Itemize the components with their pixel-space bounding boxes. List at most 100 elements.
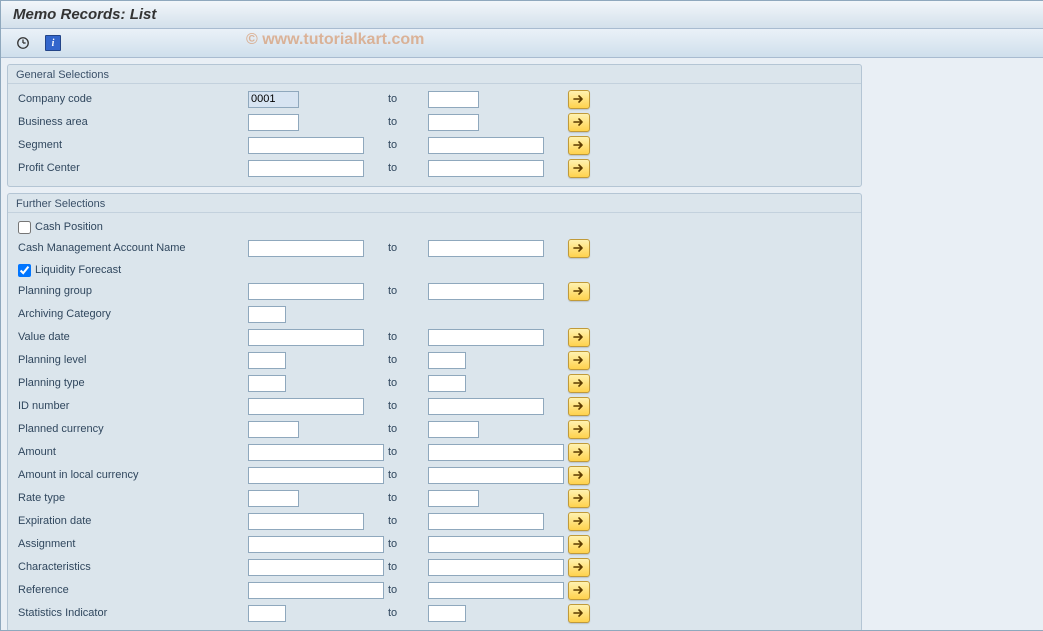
multiple-selection-button[interactable] — [568, 466, 590, 485]
from-input[interactable] — [248, 240, 364, 257]
to-input[interactable] — [428, 114, 479, 131]
field-label: Archiving Category — [16, 308, 248, 320]
group-title-general: General Selections — [8, 65, 861, 84]
group-further-selections: Further Selections Cash PositionCash Man… — [7, 193, 862, 630]
multiple-selection-button[interactable] — [568, 328, 590, 347]
multiple-selection-button[interactable] — [568, 351, 590, 370]
from-input[interactable] — [248, 375, 286, 392]
from-input[interactable] — [248, 306, 286, 323]
to-input[interactable] — [428, 160, 544, 177]
from-input[interactable] — [248, 605, 286, 622]
arrow-right-icon — [573, 140, 585, 150]
multiple-selection-button[interactable] — [568, 558, 590, 577]
to-input[interactable] — [428, 421, 479, 438]
from-input[interactable] — [248, 160, 364, 177]
to-input[interactable] — [428, 605, 466, 622]
arrow-right-icon — [573, 286, 585, 296]
multiple-selection-button[interactable] — [568, 512, 590, 531]
to-input[interactable] — [428, 240, 544, 257]
to-input[interactable] — [428, 490, 479, 507]
to-label: to — [388, 469, 428, 481]
execute-icon — [16, 36, 30, 50]
to-label: to — [388, 492, 428, 504]
multiple-selection-button[interactable] — [568, 374, 590, 393]
multiple-selection-button[interactable] — [568, 136, 590, 155]
from-input[interactable] — [248, 398, 364, 415]
info-button[interactable]: i — [41, 32, 65, 54]
from-input[interactable] — [248, 513, 364, 530]
from-input[interactable] — [248, 444, 384, 461]
selection-row: Expiration date to — [16, 510, 853, 532]
from-input[interactable] — [248, 352, 286, 369]
to-label: to — [388, 515, 428, 527]
from-input[interactable] — [248, 467, 384, 484]
multiple-selection-button[interactable] — [568, 420, 590, 439]
arrow-right-icon — [573, 163, 585, 173]
to-input[interactable] — [428, 582, 564, 599]
to-label: to — [388, 285, 428, 297]
to-input[interactable] — [428, 91, 479, 108]
to-label: to — [388, 139, 428, 151]
multiple-selection-button[interactable] — [568, 397, 590, 416]
cash-position-label: Cash Position — [35, 221, 103, 233]
multiple-selection-button[interactable] — [568, 581, 590, 600]
arrow-right-icon — [573, 332, 585, 342]
multiple-selection-button[interactable] — [568, 604, 590, 623]
to-input[interactable] — [428, 467, 564, 484]
toolbar: i © www.tutorialkart.com — [1, 29, 1043, 58]
selection-row: Statistics Indicatorto — [16, 602, 853, 624]
to-input[interactable] — [428, 444, 564, 461]
execute-button[interactable] — [11, 32, 35, 54]
multiple-selection-button[interactable] — [568, 443, 590, 462]
field-label: Cash Management Account Name — [16, 242, 248, 254]
to-label: to — [388, 116, 428, 128]
from-input[interactable] — [248, 329, 364, 346]
multiple-selection-button[interactable] — [568, 535, 590, 554]
to-label: to — [388, 242, 428, 254]
from-input[interactable] — [248, 559, 384, 576]
to-input[interactable] — [428, 283, 544, 300]
to-input[interactable] — [428, 536, 564, 553]
to-input[interactable] — [428, 352, 466, 369]
multiple-selection-button[interactable] — [568, 159, 590, 178]
from-input[interactable] — [248, 283, 364, 300]
arrow-right-icon — [573, 117, 585, 127]
field-label: Planned currency — [16, 423, 248, 435]
selection-row: Value dateto — [16, 326, 853, 348]
multiple-selection-button[interactable] — [568, 239, 590, 258]
to-input[interactable] — [428, 375, 466, 392]
from-input[interactable] — [248, 137, 364, 154]
to-label: to — [388, 423, 428, 435]
to-input[interactable] — [428, 398, 544, 415]
multiple-selection-button[interactable] — [568, 282, 590, 301]
to-label: to — [388, 354, 428, 366]
arrow-right-icon — [573, 539, 585, 549]
field-label: Planning type — [16, 377, 248, 389]
liquidity-forecast-row: Liquidity Forecast — [16, 260, 853, 280]
from-input[interactable] — [248, 91, 299, 108]
from-input[interactable] — [248, 536, 384, 553]
to-input[interactable] — [428, 559, 564, 576]
liquidity-forecast-label: Liquidity Forecast — [35, 264, 121, 276]
from-input[interactable] — [248, 114, 299, 131]
selection-row: Planning typeto — [16, 372, 853, 394]
selection-row: Company codeto — [16, 88, 853, 110]
info-icon: i — [45, 35, 61, 51]
field-label: Expiration date — [16, 515, 248, 527]
arrow-right-icon — [573, 401, 585, 411]
to-input[interactable] — [428, 513, 544, 530]
cash-position-checkbox[interactable] — [18, 221, 31, 234]
liquidity-forecast-checkbox[interactable] — [18, 264, 31, 277]
from-input[interactable] — [248, 490, 299, 507]
field-label: Amount — [16, 446, 248, 458]
to-input[interactable] — [428, 137, 544, 154]
multiple-selection-button[interactable] — [568, 90, 590, 109]
field-label: Assignment — [16, 538, 248, 550]
from-input[interactable] — [248, 421, 299, 438]
multiple-selection-button[interactable] — [568, 489, 590, 508]
multiple-selection-button[interactable] — [568, 113, 590, 132]
selection-row: Archiving Category — [16, 303, 853, 325]
to-input[interactable] — [428, 329, 544, 346]
from-input[interactable] — [248, 582, 384, 599]
to-label: to — [388, 331, 428, 343]
